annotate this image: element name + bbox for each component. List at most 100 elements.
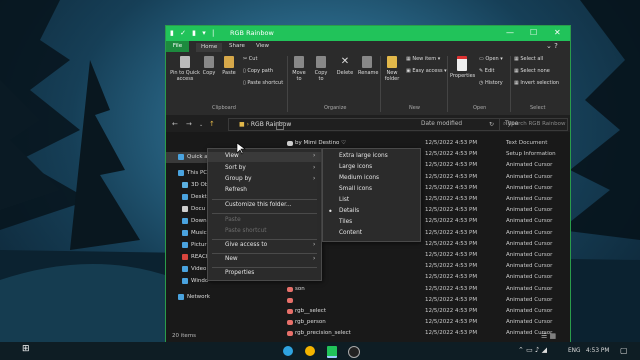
menu-separator <box>212 199 317 200</box>
submenu-arrow-icon: › <box>313 242 316 248</box>
item-count: 20 items <box>172 333 197 339</box>
tab-view[interactable]: View <box>256 43 269 49</box>
file-type: Animated Cursor <box>506 207 553 214</box>
history-button[interactable]: ◷ History <box>479 80 503 86</box>
table-row[interactable]: rgb__select 12/5/2022 4:53 PM Animated Cur… <box>270 306 568 317</box>
file-type: Animated Cursor <box>506 173 553 180</box>
table-row[interactable]: son 12/5/2022 4:53 PM Animated Cursor <box>270 284 568 295</box>
delete-button[interactable]: ✕ Delete <box>336 56 354 76</box>
file-date: 12/5/2022 4:53 PM <box>425 240 478 247</box>
tab-share[interactable]: Share <box>229 43 245 49</box>
file-name: rgb__select <box>295 308 326 314</box>
ribbon-separator <box>380 56 381 112</box>
recent-locations-icon[interactable]: ⌄ <box>199 122 203 128</box>
context-menu-item[interactable]: Refresh <box>208 187 321 197</box>
tab-home[interactable]: Home <box>196 43 223 52</box>
back-arrow-icon[interactable]: ← <box>172 120 178 128</box>
rename-icon <box>362 56 372 68</box>
app-taskbar-icon[interactable] <box>348 346 360 358</box>
file-date: 12/5/2022 4:53 PM <box>425 196 478 202</box>
title-bar[interactable]: ▮ ✓ ▮ ▾ | RGB Rainbow — ☐ ✕ <box>166 26 570 41</box>
paste-button[interactable]: Paste <box>222 56 236 76</box>
context-menu-label: New <box>225 256 238 262</box>
open-button[interactable]: ▭ Open ▾ <box>479 56 503 62</box>
context-menu-label: Paste shortcut <box>225 228 267 234</box>
file-type: Animated Cursor <box>506 218 553 225</box>
ribbon-separator <box>447 56 448 112</box>
copy-to-button[interactable]: Copy to <box>314 56 328 82</box>
context-menu-item: Paste shortcut <box>208 228 321 238</box>
network-icon <box>178 293 184 300</box>
close-button[interactable]: ✕ <box>554 28 561 37</box>
context-menu-item[interactable]: New › <box>208 256 321 266</box>
file-type: Animated Cursor <box>506 319 553 326</box>
select-all-checkbox[interactable] <box>276 122 284 130</box>
quick-access-toolbar[interactable]: ▮ ✓ ▮ ▾ | <box>170 29 216 37</box>
context-menu-label: Give access to <box>225 242 268 248</box>
file-date: 12/5/2022 4:53 PM <box>425 151 478 158</box>
minimize-button[interactable]: — <box>506 28 514 37</box>
context-menu-item[interactable]: Group by › <box>208 176 321 186</box>
view-submenu: Extra large icons Large icons Medium icons… <box>322 148 421 242</box>
view-option-label: Medium icons <box>339 175 380 181</box>
clock[interactable]: 4:53 PM <box>586 348 609 354</box>
start-button[interactable]: ⊞ <box>22 344 32 354</box>
context-menu-item[interactable]: Properties <box>208 270 321 280</box>
maximize-button[interactable]: ☐ <box>530 28 537 37</box>
status-bar: 20 items ☰ ▦ <box>166 331 570 342</box>
select-all-button[interactable]: ▦ Select all <box>514 56 543 62</box>
move-to-icon <box>294 56 304 68</box>
file-name: son <box>295 285 305 292</box>
forward-arrow-icon[interactable]: → <box>186 120 192 128</box>
tab-file[interactable]: File <box>166 41 189 52</box>
tray-icons[interactable]: ⌃ ▭ ♪ ◢ <box>518 346 547 354</box>
table-row[interactable]: rgb_person 12/5/2022 4:53 PM Animated Curs… <box>270 317 568 328</box>
file-explorer-taskbar-icon[interactable] <box>327 346 337 358</box>
submenu-arrow-icon: › <box>313 176 316 182</box>
select-none-button[interactable]: ▦ Select none <box>514 68 550 74</box>
chrome-browser-icon[interactable] <box>305 346 315 356</box>
paste-shortcut-button[interactable]: ▯ Paste shortcut <box>243 80 283 86</box>
file-type: Animated Cursor <box>506 252 553 258</box>
new-folder-button[interactable]: New folder <box>384 56 400 82</box>
invert-selection-button[interactable]: ▦ Invert selection <box>514 80 559 86</box>
file-date: 12/5/2022 4:53 PM <box>425 274 478 281</box>
up-arrow-icon[interactable]: ↑ <box>209 120 215 128</box>
notification-icon[interactable]: ▢ <box>620 346 628 355</box>
language-indicator[interactable]: ENG <box>568 348 581 354</box>
context-menu-label: Group by <box>225 176 252 182</box>
cut-button[interactable]: ✂ Cut <box>243 56 257 62</box>
ribbon-expand-icon[interactable]: ⌄ ? <box>546 42 558 50</box>
nav-network[interactable]: Network <box>166 292 269 303</box>
file-date: 12/5/2022 4:53 PM <box>425 173 478 180</box>
context-menu-item[interactable]: Give access to › <box>208 242 321 252</box>
context-menu-item[interactable]: Customize this folder... <box>208 202 321 212</box>
file-type: Animated Cursor <box>506 285 553 292</box>
file-type: Animated Cursor <box>506 184 553 191</box>
copy-button[interactable]: Copy <box>202 56 216 76</box>
copy-path-button[interactable]: ▯ Copy path <box>243 68 273 74</box>
mouse-cursor-icon <box>236 142 246 155</box>
column-date-modified[interactable]: Date modified <box>421 121 462 127</box>
downloads-icon <box>182 217 188 224</box>
pin-quick-access-button[interactable]: Pin to Quick access <box>170 56 200 82</box>
context-menu-item[interactable]: View › <box>208 152 321 162</box>
file-date: 12/5/2022 4:53 PM <box>425 162 478 169</box>
details-view-icon[interactable]: ☰ ▦ <box>541 332 556 340</box>
new-item-button[interactable]: ▦ New item ▾ <box>406 56 440 62</box>
rename-button[interactable]: Rename <box>358 56 379 76</box>
easy-access-button[interactable]: ▣ Easy access ▾ <box>406 68 447 74</box>
column-type[interactable]: Type <box>505 121 518 127</box>
organize-group-label: Organize <box>324 105 347 111</box>
move-to-button[interactable]: Move to <box>292 56 306 82</box>
edit-button[interactable]: ✎ Edit <box>479 68 494 74</box>
view-option-label: Extra large icons <box>339 153 388 159</box>
properties-button[interactable]: Properties <box>450 56 475 79</box>
open-group-label: Open <box>473 105 487 111</box>
file-name: rgb_person <box>295 319 326 326</box>
file-date: 12/5/2022 4:53 PM <box>425 184 478 191</box>
context-menu-item[interactable]: Sort by › <box>208 165 321 175</box>
edge-browser-icon[interactable] <box>283 346 293 356</box>
file-type: Animated Cursor <box>506 274 553 281</box>
table-row[interactable]: 12/5/2022 4:53 PM Animated Cursor <box>270 295 568 306</box>
